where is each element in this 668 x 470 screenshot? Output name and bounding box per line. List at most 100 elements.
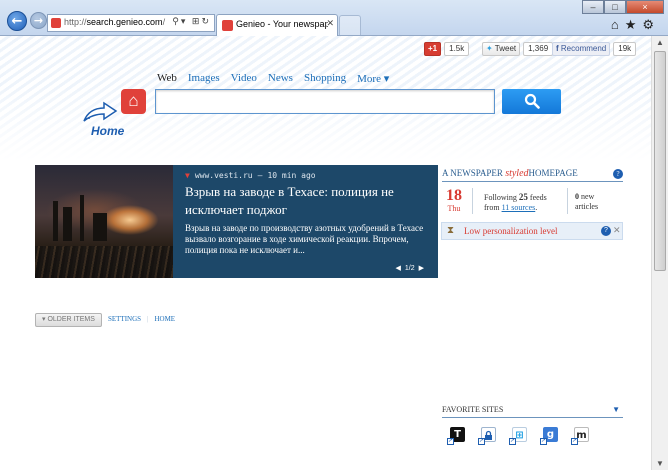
tab-close-icon[interactable]: ✕ [326, 18, 334, 29]
tweet-count: 1,369 [523, 42, 554, 56]
help-icon[interactable]: ? [601, 226, 611, 236]
google-plus-button[interactable]: +1 [424, 42, 442, 56]
forward-button[interactable]: → [30, 12, 47, 29]
favorite-site-lock[interactable]: ↗ [478, 427, 496, 445]
shortcut-arrow-icon: ↗ [447, 438, 454, 445]
shortcut-arrow-icon: ↗ [478, 438, 485, 445]
image-structure [53, 201, 58, 241]
minimize-button[interactable]: – [582, 0, 604, 14]
tab-news[interactable]: News [268, 72, 293, 85]
home-link[interactable]: HOME [154, 315, 175, 323]
news-source: ▼ www.vesti.ru – 10 min ago [185, 171, 316, 180]
browser-tool-icons: ⌂★⚙ [611, 17, 660, 33]
maximize-button[interactable]: □ [604, 0, 626, 14]
favorite-sites-title: FAVORITE SITES [442, 405, 504, 414]
site-favicon [51, 18, 61, 28]
news-card[interactable]: ▼ www.vesti.ru – 10 min ago Взрыв на зав… [35, 165, 438, 278]
shortcut-arrow-icon: ↗ [540, 438, 547, 445]
help-icon[interactable]: ? [613, 169, 623, 179]
home-house-icon[interactable]: ⌂ [121, 89, 146, 114]
set-home-widget[interactable]: ⌂ Home [78, 89, 150, 139]
scroll-up-icon[interactable]: ▲ [656, 38, 664, 47]
news-pager: ◀ 1/2 ▶ [395, 264, 424, 273]
divider [567, 188, 568, 214]
facebook-icon: f [556, 44, 559, 53]
tab-genieo[interactable]: Genieo - Your newspaper st... ✕ [216, 14, 338, 36]
favorite-site-m[interactable]: m ↗ [571, 427, 589, 445]
tab-title: Genieo - Your newspaper st... [236, 19, 328, 29]
shortcut-arrow-icon: ↗ [571, 438, 578, 445]
news-time: 10 min ago [267, 171, 316, 180]
news-title[interactable]: Взрыв на заводе в Техасе: полиция не иск… [185, 183, 430, 219]
new-articles-info: 0 new articles [575, 192, 599, 211]
image-rubble [35, 246, 173, 278]
facebook-recommend-button[interactable]: f Recommend [552, 42, 611, 56]
favorite-site-tumblr[interactable]: T ↗ [447, 427, 465, 445]
scroll-down-icon[interactable]: ▼ [656, 459, 664, 468]
address-url[interactable]: http://search.genieo.com/ [64, 17, 165, 27]
news-page-indicator: 1/2 [404, 264, 415, 272]
arrow-icon [83, 101, 118, 122]
vertical-scrollbar[interactable]: ▲ ▼ [651, 36, 668, 470]
image-structure [93, 213, 107, 241]
browser-toolbar: ← → http://search.genieo.com/ ⚲▾ ⊞↻ Geni… [0, 0, 668, 36]
facebook-recommend-widget[interactable]: f Recommend 19k [552, 42, 637, 56]
news-image[interactable] [35, 165, 173, 278]
hourglass-icon: ⧗ [447, 225, 455, 236]
favorite-site-windows[interactable]: ⊞ ↗ [509, 427, 527, 445]
back-button[interactable]: ← [7, 11, 27, 31]
tab-web[interactable]: Web [157, 72, 177, 85]
facebook-count: 19k [613, 42, 637, 56]
divider [472, 188, 473, 214]
address-bar[interactable]: http://search.genieo.com/ ⚲▾ ⊞↻ [47, 14, 215, 32]
image-structure [63, 207, 72, 241]
shortcut-arrow-icon: ↗ [509, 438, 516, 445]
news-source-domain[interactable]: www.vesti.ru [195, 171, 253, 180]
following-feeds-info: Following 25 feeds from 11 sources. [484, 192, 547, 212]
twitter-bird-icon: ✦ [486, 44, 493, 53]
settings-link[interactable]: SETTINGS [108, 315, 141, 323]
source-icon: ▼ [185, 171, 190, 180]
settings-gear-icon[interactable]: ⚙ [642, 17, 660, 32]
home-label[interactable]: Home [91, 124, 124, 138]
address-tools[interactable]: ⚲▾ ⊞↻ [172, 16, 211, 27]
image-structure [80, 195, 84, 241]
favorite-site-google[interactable]: g ↗ [540, 427, 558, 445]
search-icon [524, 93, 540, 109]
favorite-sites-list: T ↗ ↗ ⊞ ↗ g ↗ m ↗ [447, 427, 589, 445]
date-day: 18 [446, 187, 462, 204]
prev-arrow-icon[interactable]: ◀ [395, 264, 400, 272]
sources-link[interactable]: 11 sources [502, 203, 536, 212]
tweet-widget[interactable]: ✦ Tweet 1,369 [482, 42, 554, 56]
close-icon[interactable]: ✕ [613, 225, 621, 236]
close-window-button[interactable]: × [626, 0, 664, 14]
older-items-button[interactable]: ▾ OLDER ITEMS [35, 313, 102, 327]
favorite-sites-header[interactable]: FAVORITE SITES ▼ [442, 405, 623, 418]
favorites-star-icon[interactable]: ★ [625, 17, 643, 32]
personalization-bar[interactable]: ⧗ Low personalization level ? ✕ [441, 222, 623, 240]
search-button[interactable] [502, 89, 561, 114]
tab-video[interactable]: Video [231, 72, 257, 85]
tab-images[interactable]: Images [188, 72, 220, 85]
news-body: Взрыв на заводе по производству азотных … [185, 223, 424, 255]
scrollbar-thumb[interactable] [654, 51, 666, 271]
page-content: +1 1.5k ✦ Tweet 1,369 f Recommend 19k We… [0, 36, 651, 470]
window-controls: – □ × [582, 0, 664, 14]
tweet-button[interactable]: ✦ Tweet [482, 42, 521, 56]
footer-links: SETTINGS | HOME [108, 315, 175, 323]
google-plus-widget[interactable]: +1 1.5k [424, 42, 470, 56]
chevron-down-icon[interactable]: ▼ [612, 405, 620, 414]
tab-shopping[interactable]: Shopping [304, 72, 346, 85]
link-separator: | [147, 315, 149, 323]
next-arrow-icon[interactable]: ▶ [419, 264, 424, 272]
newspaper-homepage-title: A NEWSPAPER styledHOMEPAGE ? [442, 168, 623, 182]
tab-more[interactable]: More ▾ [357, 72, 389, 85]
search-tabs: Web Images Video News Shopping More ▾ [157, 72, 389, 85]
tab-favicon [222, 20, 233, 31]
search-input[interactable] [155, 89, 495, 114]
personalization-level[interactable]: Low personalization level [464, 226, 557, 236]
new-tab-button[interactable] [339, 15, 361, 35]
home-icon[interactable]: ⌂ [611, 17, 625, 32]
date-block: 18 Thu [442, 187, 466, 214]
date-weekday: Thu [447, 204, 461, 213]
